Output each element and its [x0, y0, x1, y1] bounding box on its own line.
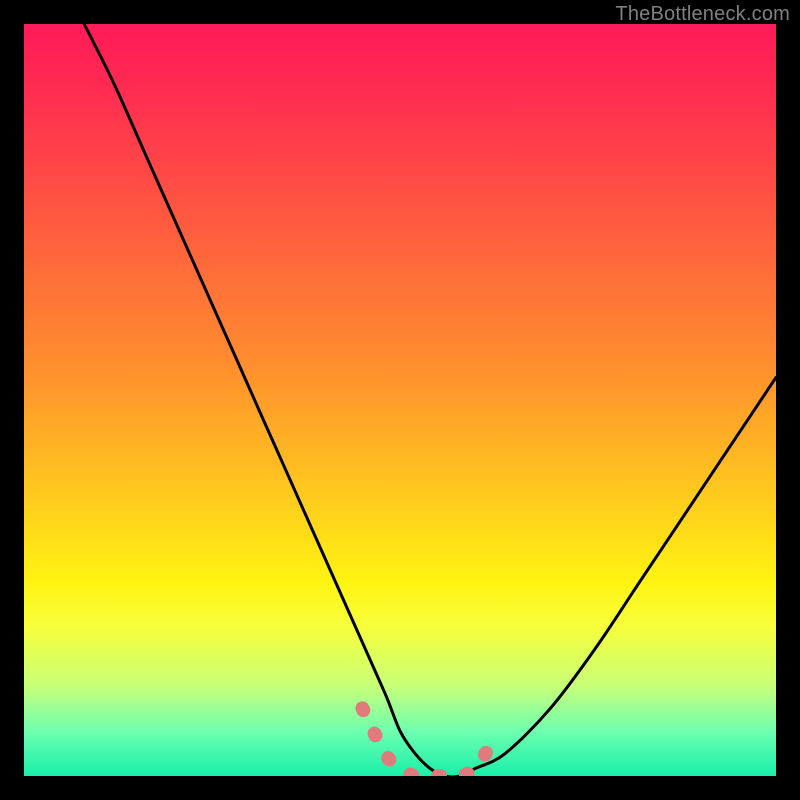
chart-frame: TheBottleneck.com	[0, 0, 800, 800]
bottleneck-curve	[84, 24, 776, 776]
curve-svg	[24, 24, 776, 776]
gradient-plot-area	[24, 24, 776, 776]
watermark-label: TheBottleneck.com	[615, 3, 790, 26]
